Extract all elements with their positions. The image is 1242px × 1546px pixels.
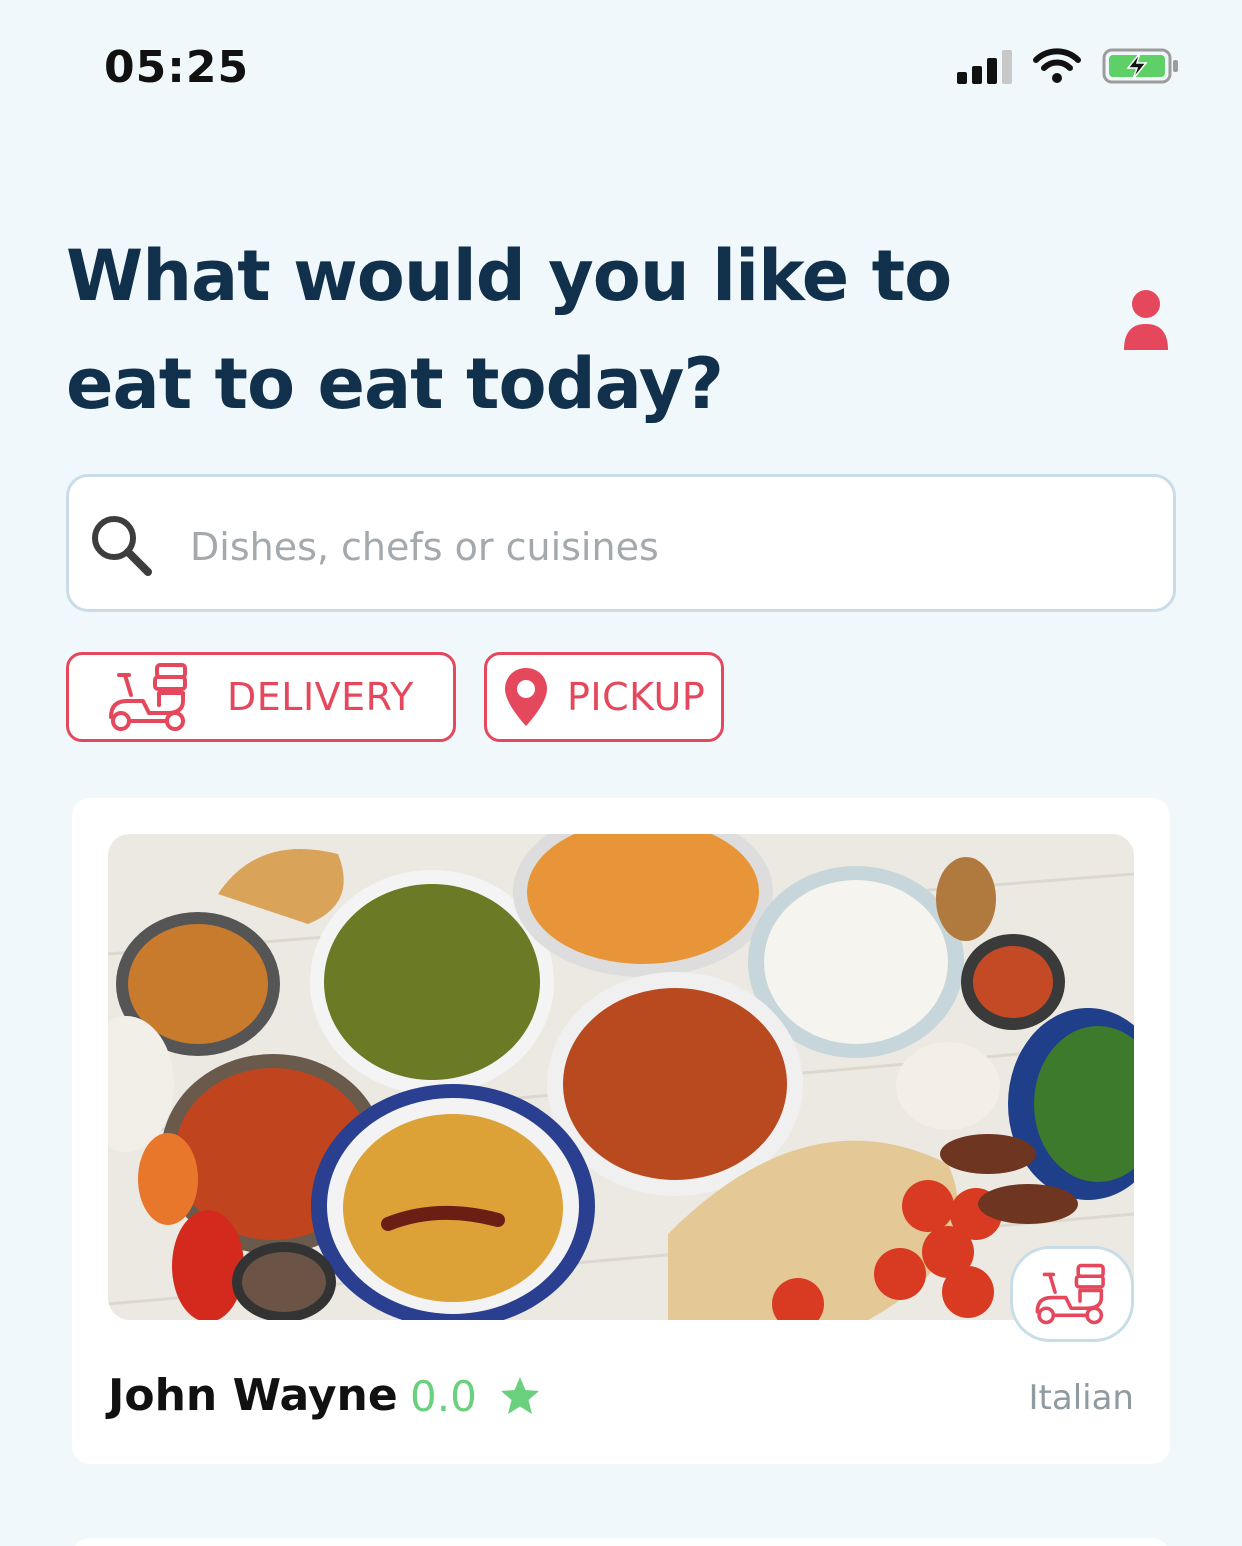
search-icon xyxy=(92,516,152,576)
delivery-filter-button[interactable]: DELIVERY xyxy=(66,652,456,742)
pickup-filter-button[interactable]: PICKUP xyxy=(484,652,724,742)
scooter-icon xyxy=(1035,1263,1105,1325)
pickup-filter-label: PICKUP xyxy=(567,675,706,719)
battery-charging-icon xyxy=(1102,48,1178,84)
rating-value: 0.0 xyxy=(410,1372,477,1421)
location-pin-icon xyxy=(505,668,547,726)
next-listing-card[interactable] xyxy=(72,1538,1170,1546)
cellular-signal-icon xyxy=(957,48,1012,84)
wifi-icon xyxy=(1033,48,1081,83)
profile-icon[interactable] xyxy=(1122,288,1170,352)
star-icon xyxy=(501,1377,539,1414)
status-time: 05:25 xyxy=(104,42,250,93)
chef-name[interactable]: John Wayne xyxy=(108,1370,398,1421)
delivery-filter-label: DELIVERY xyxy=(227,675,414,719)
food-photo[interactable] xyxy=(108,834,1134,1320)
scooter-icon xyxy=(109,663,187,731)
status-icons xyxy=(957,48,1180,84)
cuisine-label: Italian xyxy=(1028,1378,1134,1418)
search-input[interactable] xyxy=(190,520,1090,574)
page-title: What would you like to eat to eat today? xyxy=(66,235,952,425)
delivery-badge xyxy=(1010,1246,1134,1342)
